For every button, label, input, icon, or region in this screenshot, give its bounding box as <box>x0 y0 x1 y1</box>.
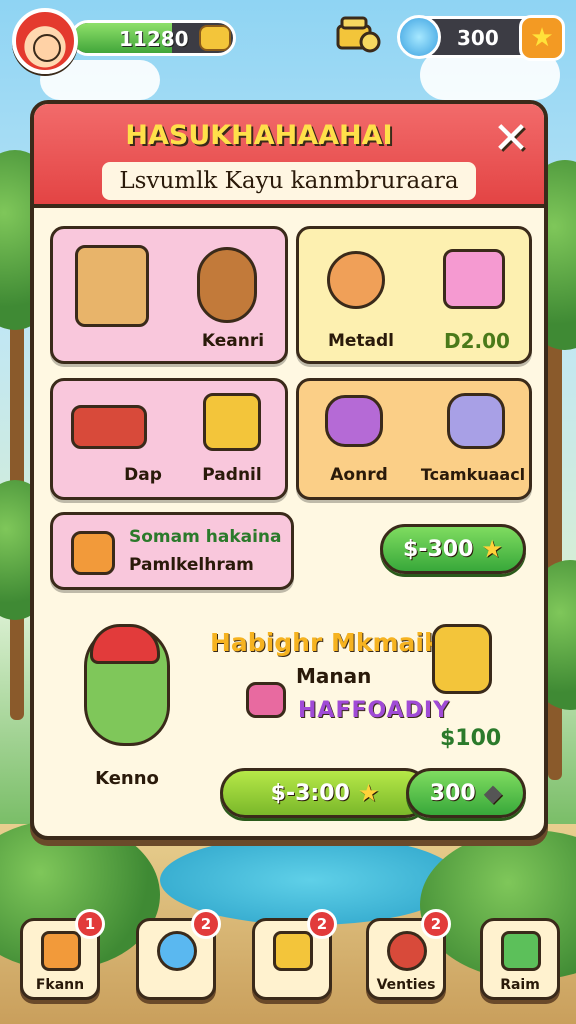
notification-badge: 2 <box>421 909 451 939</box>
star-icon: ★ <box>357 779 380 807</box>
deal-buy-button[interactable]: $-300 ★ <box>380 524 526 574</box>
coin-bag-icon[interactable] <box>199 25 231 51</box>
shop-item-card[interactable]: Aonrd Tcamkuaacl <box>296 378 532 500</box>
golden-trophy-icon <box>432 624 492 694</box>
gold-chest-icon <box>203 393 261 451</box>
map-icon <box>501 931 541 971</box>
nav-search[interactable]: 2 <box>136 909 221 1000</box>
nav-label: Raim <box>500 977 540 993</box>
palm-trunk <box>548 320 562 780</box>
shop-panel: HASUKHAHAAHAI Lsvumlk Kayu kanmbruraara … <box>30 100 548 840</box>
bottom-nav: Fkann 1 2 2 Venties 2 Raim <box>0 909 576 1008</box>
item-label: Aonrd <box>330 465 388 485</box>
item-label: Padnil <box>202 465 262 485</box>
gem-globe-icon <box>397 15 441 59</box>
close-button[interactable]: ✕ <box>486 114 536 164</box>
red-cap-icon <box>90 624 160 664</box>
buy-gems-button[interactable]: 300 ◆ <box>406 768 526 818</box>
nav-map[interactable]: Raim <box>480 918 560 1000</box>
notification-badge: 1 <box>75 909 105 939</box>
crate-icon <box>75 245 149 327</box>
gift-icon <box>273 931 313 971</box>
item-label: Metadl <box>327 331 395 351</box>
deal-title: Somam hakaina <box>129 527 282 547</box>
deal-card[interactable]: Somam hakaina Pamlkelhram <box>50 512 294 590</box>
item-price: D2.00 <box>444 329 510 353</box>
xp-bar: 11280 <box>70 20 236 56</box>
gem-bar: 300 ★ <box>397 15 565 61</box>
item-label: Tcamkuaacl <box>420 465 526 484</box>
treasure-icon[interactable] <box>334 12 382 56</box>
shop-item-card[interactable]: Keanri <box>50 226 288 364</box>
panel-subtitle: Lsvumlk Kayu kanmbruraara <box>102 162 476 200</box>
star-icon: ★ <box>481 535 503 563</box>
panel-title: HASUKHAHAAHAI <box>125 120 393 151</box>
home-icon <box>41 931 81 971</box>
character-label: Kenno <box>95 768 159 789</box>
deal-price: $-300 <box>403 536 474 562</box>
buy-coins-button[interactable]: $-3:00 ★ <box>220 768 430 818</box>
purple-hat-icon <box>325 395 383 447</box>
player-avatar-icon[interactable] <box>12 8 78 74</box>
item-label: Dap <box>124 465 162 485</box>
nav-label: Fkann <box>35 977 85 993</box>
character-icon <box>387 931 427 971</box>
gem-value: 300 <box>457 26 499 50</box>
gem-price: 300 <box>429 780 476 806</box>
promo-subtitle: Manan <box>296 664 372 688</box>
xp-value: 11280 <box>119 27 189 51</box>
shop-item-card[interactable]: Dap Padnil <box>50 378 288 500</box>
shop-item-card[interactable]: Metadl D2.00 <box>296 226 532 364</box>
top-hud: 11280 300 ★ <box>0 6 576 74</box>
avatar-face <box>33 34 61 62</box>
buy-price: $-3:00 <box>270 780 350 806</box>
backpack-icon <box>197 247 257 323</box>
fruit-box-icon <box>71 531 115 575</box>
deal-subtitle: Pamlkelhram <box>129 555 254 575</box>
gem-icon: ◆ <box>483 779 503 807</box>
panel-header: HASUKHAHAAHAI Lsvumlk Kayu kanmbruraara … <box>34 104 544 208</box>
nav-label: Venties <box>376 977 436 993</box>
red-chest-icon <box>71 405 147 449</box>
promo-price: $100 <box>440 726 502 751</box>
promo-title: Habighr Mkmaik <box>210 628 441 657</box>
potion-jar-icon <box>447 393 505 449</box>
notification-badge: 2 <box>307 909 337 939</box>
nav-home[interactable]: Fkann 1 <box>20 909 105 1000</box>
promo-rainbow-text: HAFFOADIY <box>298 698 451 723</box>
notification-badge: 2 <box>191 909 221 939</box>
nav-gifts[interactable]: 2 <box>252 909 337 1000</box>
cake-icon <box>443 249 505 309</box>
nav-characters[interactable]: Venties 2 <box>366 909 451 1000</box>
magnifier-icon <box>157 931 197 971</box>
creature-icon <box>327 251 385 309</box>
item-label: Keanri <box>201 331 265 351</box>
cart-icon <box>246 682 286 718</box>
star-icon[interactable]: ★ <box>519 15 565 61</box>
